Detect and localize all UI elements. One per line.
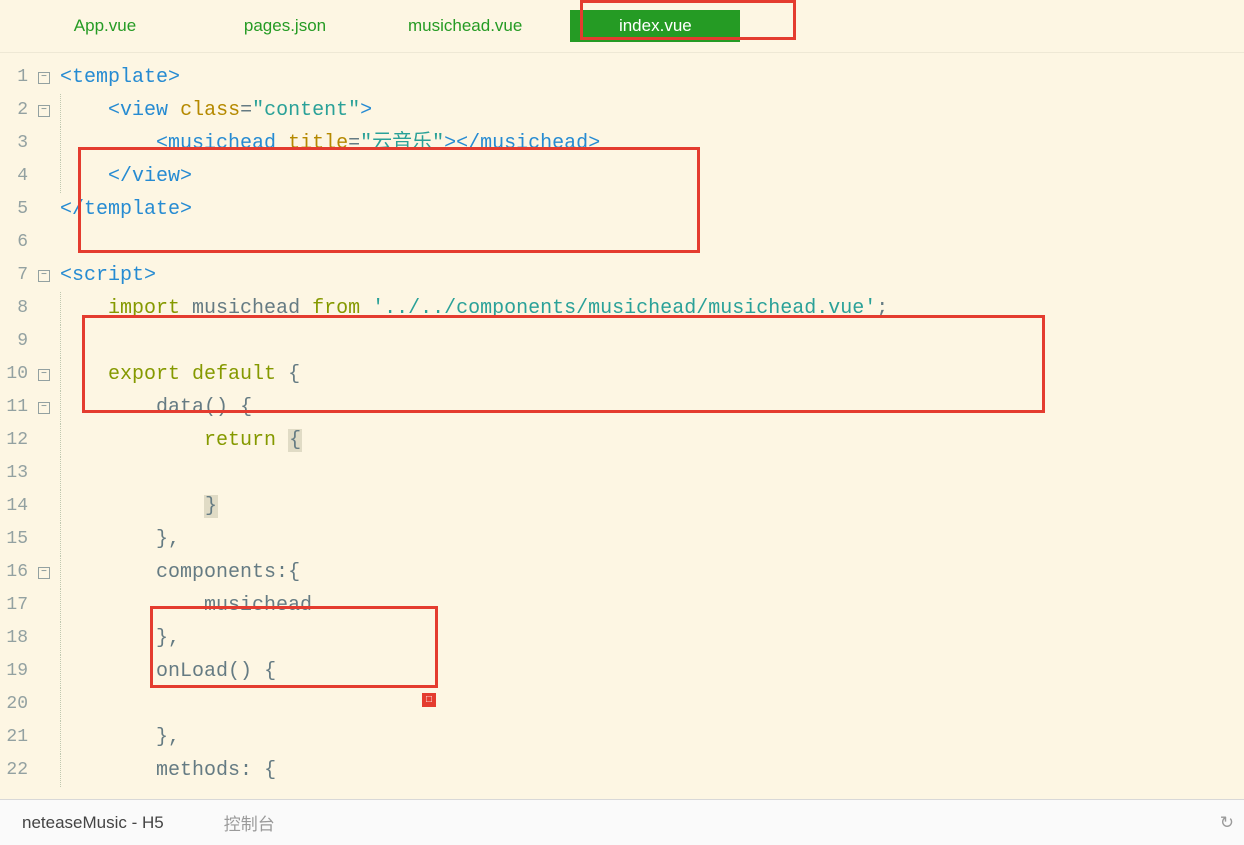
code-line: components:{: [60, 556, 1244, 589]
fold-icon[interactable]: −: [38, 72, 50, 84]
code-line: <view class="content">: [60, 94, 1244, 127]
code-area[interactable]: <template> <view class="content"> <music…: [60, 53, 1244, 787]
tab-app-vue[interactable]: App.vue: [30, 10, 180, 42]
code-line: }: [60, 490, 1244, 523]
annotation-error-marker: □: [422, 693, 436, 707]
line-gutter: 1− 2− 3 4 5 6 7− 8 9 10− 11− 12 13 14 15…: [0, 53, 56, 787]
code-line: data() {: [60, 391, 1244, 424]
code-line: </template>: [60, 193, 1244, 226]
code-line: import musichead from '../../components/…: [60, 292, 1244, 325]
code-line: </view>: [60, 160, 1244, 193]
code-line: },: [60, 721, 1244, 754]
fold-icon[interactable]: −: [38, 105, 50, 117]
tab-index-vue[interactable]: index.vue: [570, 10, 740, 42]
code-line: export default {: [60, 358, 1244, 391]
status-console-label[interactable]: 控制台: [224, 810, 275, 835]
code-line: [60, 226, 1244, 259]
fold-icon[interactable]: −: [38, 369, 50, 381]
code-line: <script>: [60, 259, 1244, 292]
fold-icon[interactable]: −: [38, 270, 50, 282]
code-line: },: [60, 622, 1244, 655]
code-line: },: [60, 523, 1244, 556]
code-line: [60, 688, 1244, 721]
fold-icon[interactable]: −: [38, 402, 50, 414]
code-editor[interactable]: 1− 2− 3 4 5 6 7− 8 9 10− 11− 12 13 14 15…: [0, 52, 1244, 799]
tab-musichead-vue[interactable]: musichead.vue: [390, 10, 540, 42]
status-bar: neteaseMusic - H5 控制台 ↻: [0, 799, 1244, 845]
code-line: [60, 325, 1244, 358]
tab-bar: App.vue pages.json musichead.vue index.v…: [0, 0, 1244, 52]
code-line: [60, 457, 1244, 490]
code-line: methods: {: [60, 754, 1244, 787]
fold-icon[interactable]: −: [38, 567, 50, 579]
code-line: <template>: [60, 61, 1244, 94]
tab-pages-json[interactable]: pages.json: [210, 10, 360, 42]
refresh-icon[interactable]: ↻: [1220, 813, 1244, 833]
code-line: return {: [60, 424, 1244, 457]
status-project-name: neteaseMusic - H5: [0, 813, 164, 833]
code-line: onLoad() {: [60, 655, 1244, 688]
code-line: musichead: [60, 589, 1244, 622]
code-line: <musichead title="云音乐"></musichead>: [60, 127, 1244, 160]
